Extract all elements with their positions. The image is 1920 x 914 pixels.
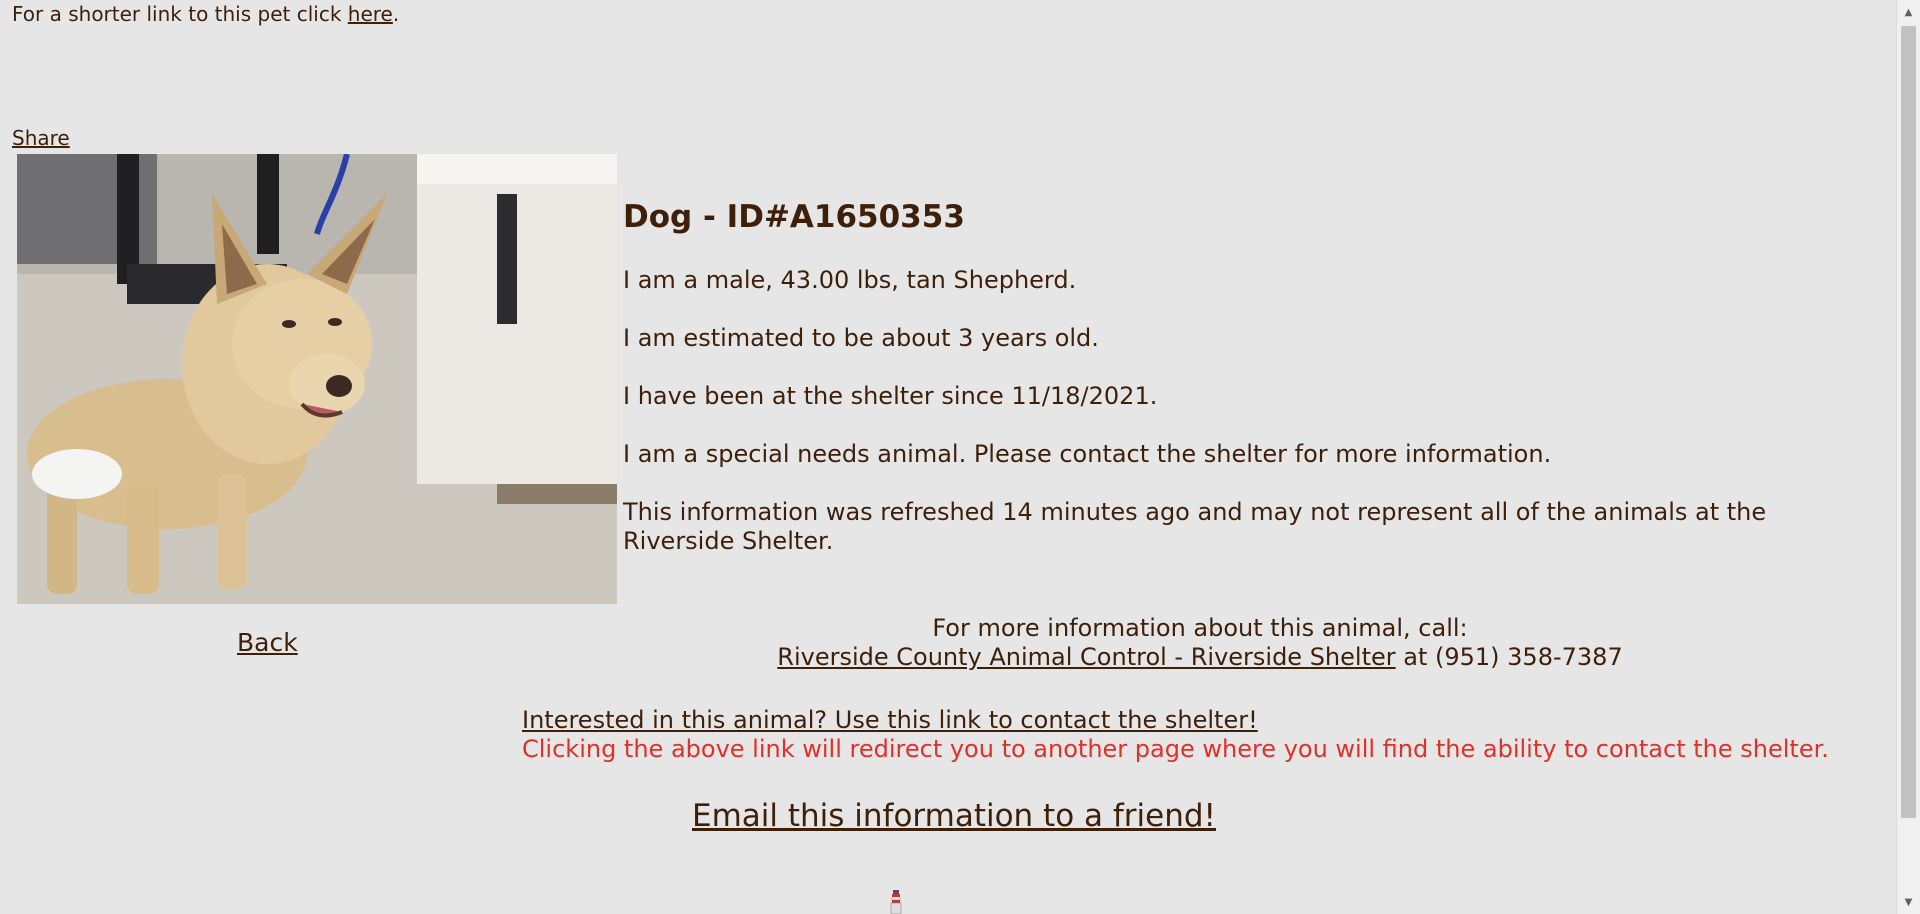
interested-section: Interested in this animal? Use this link… (522, 706, 1829, 764)
shelter-phone: at (951) 358-7387 (1395, 643, 1623, 671)
short-link-line: For a shorter link to this pet click her… (12, 2, 399, 26)
short-link-suffix: . (392, 2, 400, 26)
pet-detail-page: For a shorter link to this pet click her… (0, 0, 1897, 914)
animal-description-sex-weight: I am a male, 43.00 lbs, tan Shepherd. (623, 266, 1077, 294)
shelter-link[interactable]: Riverside County Animal Control - Rivers… (777, 643, 1395, 671)
vertical-scrollbar[interactable]: ▲ ▼ (1896, 0, 1920, 914)
redirect-note: Clicking the above link will redirect yo… (522, 735, 1829, 763)
lighthouse-icon (890, 890, 902, 914)
contact-info: For more information about this animal, … (600, 614, 1800, 672)
animal-description-intake-date: I have been at the shelter since 11/18/2… (623, 382, 1158, 410)
email-friend-link[interactable]: Email this information to a friend! (692, 798, 1216, 834)
contact-intro: For more information about this animal, … (932, 614, 1468, 642)
pet-photo (17, 154, 617, 604)
animal-description-refresh-note: This information was refreshed 14 minute… (623, 498, 1767, 555)
scroll-up-arrow-icon[interactable]: ▲ (1897, 2, 1920, 22)
animal-description-special-needs: I am a special needs animal. Please cont… (623, 440, 1552, 468)
contact-line: Riverside County Animal Control - Rivers… (600, 643, 1800, 672)
scroll-down-arrow-icon[interactable]: ▼ (1897, 892, 1920, 912)
animal-description-age: I am estimated to be about 3 years old. (623, 324, 1099, 352)
short-link-here[interactable]: here (348, 2, 393, 26)
animal-details: Dog - ID#A1650353 I am a male, 43.00 lbs… (623, 198, 1873, 585)
contact-shelter-link[interactable]: Interested in this animal? Use this link… (522, 706, 1258, 734)
back-link[interactable]: Back (237, 628, 298, 657)
short-link-prefix: For a shorter link to this pet click (12, 2, 348, 26)
share-link[interactable]: Share (12, 126, 70, 150)
scrollbar-thumb[interactable] (1901, 26, 1916, 818)
animal-title: Dog - ID#A1650353 (623, 199, 965, 235)
